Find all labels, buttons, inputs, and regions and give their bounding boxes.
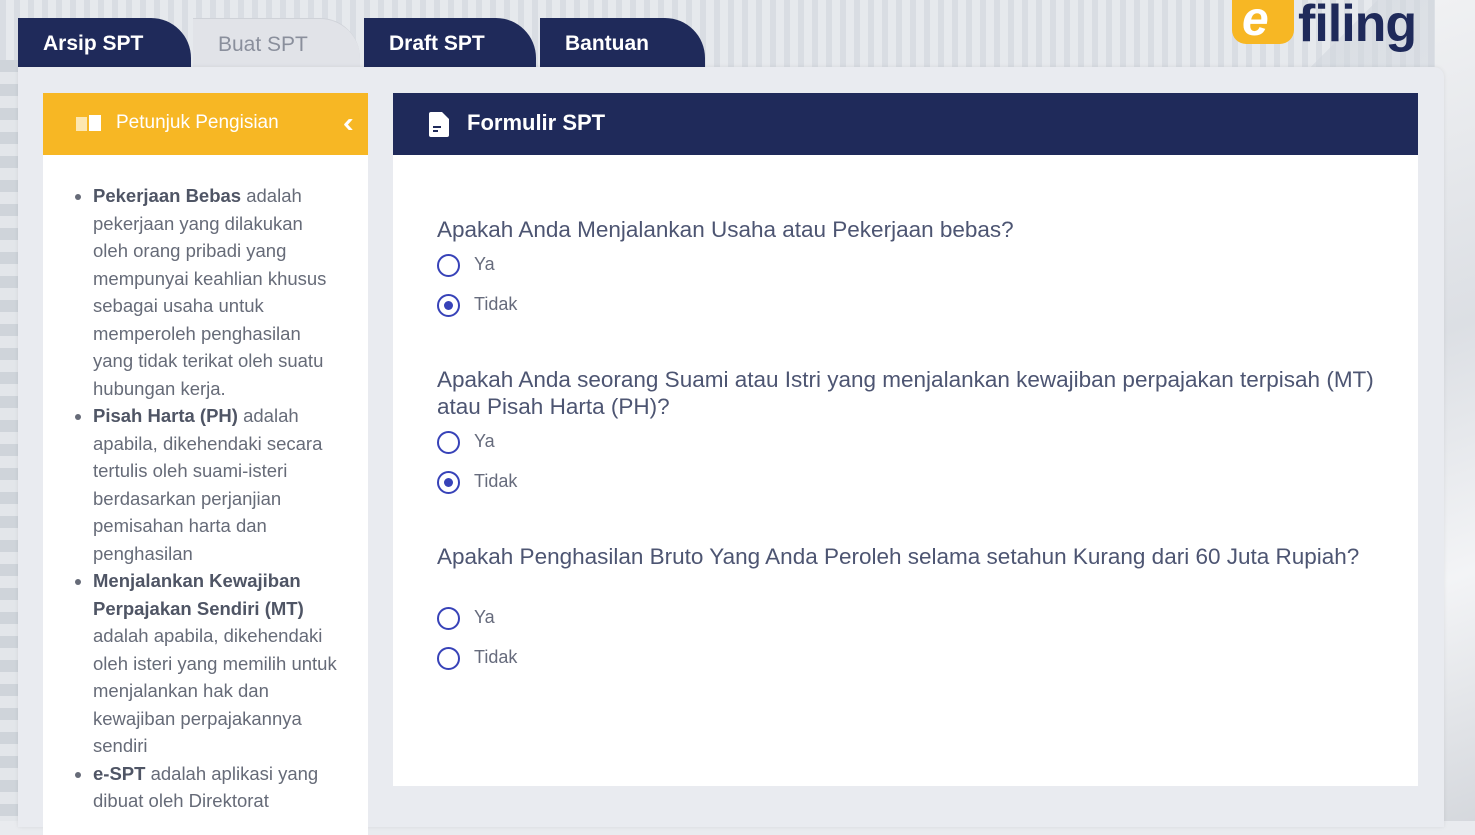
- tab-draft-spt[interactable]: Draft SPT: [364, 18, 536, 68]
- radio-label: Ya: [474, 607, 495, 627]
- tab-buat-spt[interactable]: Buat SPT: [193, 18, 360, 68]
- form-body: Apakah Anda Menjalankan Usaha atau Peker…: [393, 155, 1418, 786]
- radio-button[interactable]: [437, 431, 460, 454]
- tab-arsip-spt[interactable]: Arsip SPT: [18, 18, 191, 68]
- radio-label: Ya: [474, 254, 495, 274]
- instruction-list: Pekerjaan Bebas adalah pekerjaan yang di…: [43, 155, 368, 815]
- form-title: Formulir SPT: [467, 110, 606, 135]
- background-left-strip: [0, 60, 20, 821]
- radio-button[interactable]: [437, 607, 460, 630]
- radio-label: Tidak: [474, 647, 518, 667]
- radio-label: Ya: [474, 431, 495, 451]
- radio-label: Tidak: [474, 471, 518, 491]
- sidebar-header: Petunjuk Pengisian ‹‹: [43, 93, 368, 155]
- question-usaha: Apakah Anda Menjalankan Usaha atau Peker…: [437, 217, 1014, 242]
- logo-text: filing: [1298, 0, 1417, 53]
- logo-e-mark: e: [1232, 0, 1294, 46]
- book-icon: [76, 115, 102, 133]
- radio-button[interactable]: [437, 254, 460, 277]
- radio-button[interactable]: [437, 647, 460, 670]
- list-item: Pekerjaan Bebas adalah pekerjaan yang di…: [93, 182, 341, 402]
- list-item: e-SPT adalah aplikasi yang dibuat oleh D…: [93, 760, 341, 815]
- question-penghasilan-bruto: Apakah Penghasilan Bruto Yang Anda Perol…: [437, 544, 1360, 569]
- double-chevron-left-icon[interactable]: ‹‹: [343, 107, 353, 139]
- tab-bantuan[interactable]: Bantuan: [540, 18, 705, 68]
- sidebar-title: Petunjuk Pengisian: [116, 112, 279, 133]
- efiling-logo: e filing: [1232, 0, 1417, 58]
- list-item: Pisah Harta (PH) adalah apabila, dikehen…: [93, 402, 341, 567]
- document-icon: [429, 112, 449, 137]
- list-item: Menjalankan Kewajiban Perpajakan Sendiri…: [93, 567, 341, 760]
- question-suami-istri: Apakah Anda seorang Suami atau Istri yan…: [437, 367, 1374, 419]
- sidebar-body: Pekerjaan Bebas adalah pekerjaan yang di…: [43, 155, 368, 835]
- radio-button-checked[interactable]: [437, 471, 460, 494]
- radio-button-checked[interactable]: [437, 294, 460, 317]
- radio-label: Tidak: [474, 294, 518, 314]
- form-header: Formulir SPT: [393, 93, 1418, 155]
